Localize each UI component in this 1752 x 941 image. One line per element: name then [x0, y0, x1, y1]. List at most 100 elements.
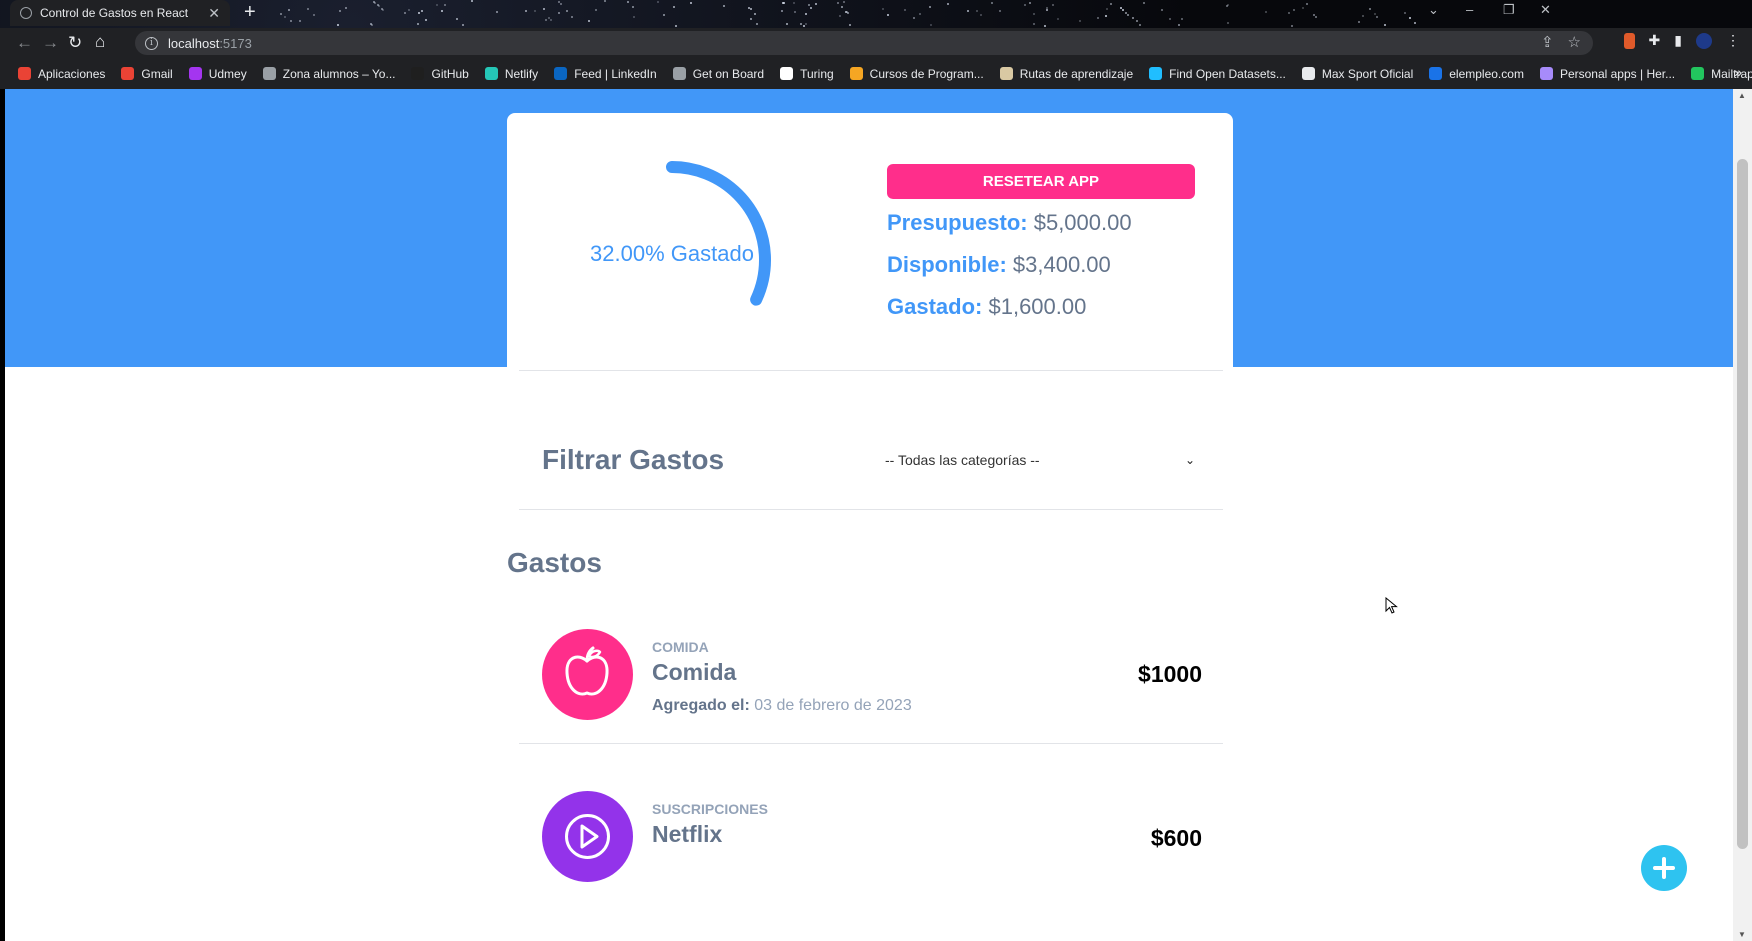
star: [786, 22, 789, 25]
reset-app-button[interactable]: Resetear App: [887, 164, 1195, 199]
star: [836, 1, 839, 4]
star: [1301, 6, 1304, 9]
star: [1383, 24, 1386, 27]
minimize-icon[interactable]: –: [1466, 2, 1473, 17]
bookmark-item[interactable]: Udmey: [188, 67, 247, 81]
bookmark-label: Find Open Datasets...: [1169, 66, 1286, 81]
bookmark-label: Max Sport Oficial: [1321, 66, 1414, 81]
new-tab-button[interactable]: +: [244, 2, 256, 22]
restore-icon[interactable]: ❐: [1503, 2, 1515, 18]
expense-category-icon: [542, 791, 633, 882]
bookmark-item[interactable]: Zona alumnos – Yo...: [262, 67, 395, 81]
browser-chrome: Control de Gastos en React ✕ + ⌄ – ❐ ✕ ←…: [0, 0, 1752, 89]
bookmark-item[interactable]: Mailtrap: [1691, 67, 1752, 81]
star: [1105, 15, 1108, 18]
share-icon[interactable]: ⇪: [1541, 33, 1554, 51]
bookmark-item[interactable]: elempleo.com: [1429, 67, 1524, 81]
bookmarks-bar: Aplicaciones Gmail Udmey Zona alumnos – Yo.…: [0, 58, 1752, 89]
tab-search-icon[interactable]: ⌄: [1428, 2, 1439, 18]
star: [1361, 15, 1364, 18]
budget-card: 32.00% Gastado Resetear App Presupuesto:…: [507, 113, 1233, 457]
bookmark-item[interactable]: Feed | LinkedIn: [554, 67, 657, 81]
star: [1127, 13, 1130, 16]
profile-avatar[interactable]: [1696, 32, 1712, 49]
expense-category: Comida: [652, 639, 709, 655]
address-bar[interactable]: i localhost :5173 ⇪ ☆: [135, 31, 1593, 55]
bookmark-item[interactable]: Find Open Datasets...: [1149, 67, 1286, 81]
star: [793, 2, 796, 5]
star: [947, 3, 950, 6]
star: [929, 23, 932, 26]
bookmark-item[interactable]: Get on Board: [672, 67, 764, 81]
expense-date-value: 03 de febrero de 2023: [754, 697, 912, 714]
extension-icon[interactable]: [1623, 32, 1635, 49]
expense-item[interactable]: Suscripciones Netflix $600: [542, 791, 1202, 887]
star: [1044, 24, 1047, 27]
window-close-icon[interactable]: ✕: [1540, 2, 1551, 18]
star: [980, 14, 983, 17]
star: [594, 9, 597, 12]
home-icon[interactable]: ⌂: [95, 31, 105, 53]
scroll-up-icon[interactable]: ▲: [1738, 91, 1746, 100]
star: [421, 10, 424, 13]
star: [793, 11, 796, 14]
bookmark-item[interactable]: Rutas de aprendizaje: [999, 67, 1133, 81]
expense-date: Agregado el: 03 de febrero de 2023: [652, 697, 912, 715]
category-filter-select[interactable]: -- Todas las categorías -- ⌄: [875, 445, 1205, 475]
star: [918, 12, 921, 15]
gauge-percentage-label: 32.00% Gastado: [590, 241, 754, 266]
star: [1024, 3, 1027, 6]
star: [1132, 16, 1135, 19]
tab-close-icon[interactable]: ✕: [208, 5, 220, 22]
bookmark-item[interactable]: Aplicaciones: [18, 67, 105, 81]
bookmark-favicon-icon: [188, 67, 202, 80]
star: [545, 19, 548, 22]
star: [749, 17, 752, 20]
bookmark-item[interactable]: GitHub: [411, 67, 469, 81]
bookmark-item[interactable]: Max Sport Oficial: [1301, 66, 1414, 81]
star: [404, 12, 407, 15]
forward-icon[interactable]: →: [42, 32, 59, 54]
spent-stat: Gastado: $1,600.00: [887, 294, 1086, 320]
bookmark-favicon-icon: [780, 67, 794, 80]
back-icon[interactable]: ←: [16, 32, 33, 54]
bookmark-favicon-icon: [1539, 67, 1553, 80]
star: [1057, 18, 1060, 21]
star: [435, 4, 438, 7]
star: [470, 0, 473, 3]
star: [588, 19, 591, 22]
bookmark-item[interactable]: Personal apps | Her...: [1539, 67, 1675, 81]
star: [443, 3, 446, 6]
bookmarks-more-icon[interactable]: »: [1734, 64, 1742, 80]
extensions-puzzle-icon[interactable]: ✚: [1649, 32, 1661, 49]
reload-icon[interactable]: ↻: [68, 32, 82, 54]
star: [1306, 2, 1309, 5]
bookmark-item[interactable]: Netlify: [484, 67, 538, 81]
browser-tab[interactable]: Control de Gastos en React ✕: [10, 0, 230, 26]
star: [1180, 18, 1183, 21]
bookmark-item[interactable]: Turing: [780, 67, 834, 81]
expense-category-icon: [542, 629, 633, 720]
add-expense-button[interactable]: [1641, 845, 1687, 891]
bookmark-item[interactable]: Gmail: [121, 67, 173, 81]
scrollbar-thumb[interactable]: [1737, 159, 1748, 849]
budget-label: Presupuesto:: [887, 210, 1028, 235]
side-panel-icon[interactable]: ▮: [1674, 32, 1682, 49]
star: [750, 8, 753, 11]
star: [1414, 22, 1417, 25]
bookmark-item[interactable]: Cursos de Program...: [849, 67, 984, 81]
site-info-icon[interactable]: i: [145, 36, 158, 50]
page-scrollbar[interactable]: ▲ ▼: [1733, 89, 1752, 941]
page-viewport: 32.00% Gastado Resetear App Presupuesto:…: [5, 89, 1733, 941]
expense-item[interactable]: Comida Comida Agregado el: 03 de febrero…: [542, 629, 1202, 725]
star: [1122, 8, 1125, 11]
expenses-title: Gastos: [507, 547, 602, 578]
scroll-down-icon[interactable]: ▼: [1738, 930, 1746, 939]
browser-menu-icon[interactable]: ⋮: [1726, 32, 1740, 49]
star: [289, 19, 292, 22]
star: [558, 11, 561, 14]
filter-title: Filtrar Gastos: [542, 444, 725, 475]
star: [549, 19, 552, 22]
bookmark-favicon-icon: [484, 67, 498, 80]
bookmark-star-icon[interactable]: ☆: [1568, 33, 1581, 51]
